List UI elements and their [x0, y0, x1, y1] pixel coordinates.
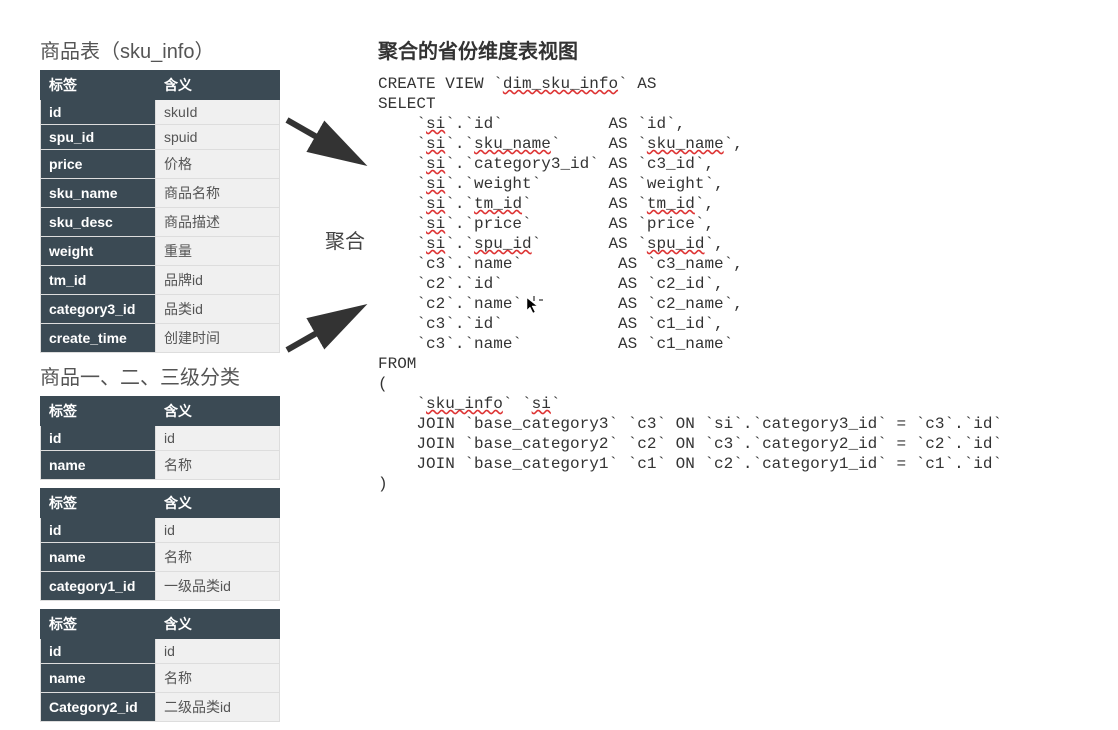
table-cell-label: create_time: [41, 324, 156, 353]
table-cell-label: price: [41, 150, 156, 179]
table-cell-label: spu_id: [41, 125, 156, 150]
category-table-2: 标签含义ididname名称category1_id一级品类id: [40, 488, 280, 601]
left-column: 商品表（sku_info） 标签含义idskuIdspu_idspuidpric…: [40, 35, 280, 730]
table-cell-meaning: 名称: [156, 543, 280, 572]
table-row: price价格: [41, 150, 280, 179]
table-cell-meaning: 价格: [156, 150, 280, 179]
table-cell-label: id: [41, 518, 156, 543]
category-title: 商品一、二、三级分类: [40, 361, 280, 390]
table-row: idid: [41, 518, 280, 543]
table-header: 含义: [156, 610, 280, 639]
table-cell-meaning: 二级品类id: [156, 693, 280, 722]
table-cell-label: sku_desc: [41, 208, 156, 237]
table-cell-meaning: 商品描述: [156, 208, 280, 237]
table-row: idid: [41, 639, 280, 664]
table-row: idskuId: [41, 100, 280, 125]
table-cell-label: name: [41, 543, 156, 572]
table-cell-label: sku_name: [41, 179, 156, 208]
table-cell-meaning: id: [156, 426, 280, 451]
table-cell-meaning: 一级品类id: [156, 572, 280, 601]
table-cell-meaning: id: [156, 639, 280, 664]
right-column: 聚合的省份维度表视图 CREATE VIEW `dim_sku_info` AS…: [378, 35, 1002, 494]
table-cell-label: category3_id: [41, 295, 156, 324]
table-row: Category2_id二级品类id: [41, 693, 280, 722]
sku-info-title: 商品表（sku_info）: [40, 35, 280, 64]
table-cell-meaning: id: [156, 518, 280, 543]
table-row: category3_id品类id: [41, 295, 280, 324]
sku-info-table: 标签含义idskuIdspu_idspuidprice价格sku_name商品名…: [40, 70, 280, 353]
view-title: 聚合的省份维度表视图: [378, 35, 1002, 64]
table-row: category1_id一级品类id: [41, 572, 280, 601]
arrow-icon: [282, 115, 372, 175]
table-header: 含义: [156, 71, 280, 100]
aggregate-label: 聚合: [325, 225, 365, 254]
table-cell-label: Category2_id: [41, 693, 156, 722]
table-row: idid: [41, 426, 280, 451]
table-header: 标签: [41, 71, 156, 100]
table-header: 含义: [156, 489, 280, 518]
table-cell-meaning: 重量: [156, 237, 280, 266]
table-header: 含义: [156, 397, 280, 426]
table-cell-meaning: spuid: [156, 125, 280, 150]
table-cell-meaning: 品类id: [156, 295, 280, 324]
table-cell-meaning: 名称: [156, 664, 280, 693]
table-cell-label: name: [41, 451, 156, 480]
table-row: sku_name商品名称: [41, 179, 280, 208]
table-cell-meaning: 创建时间: [156, 324, 280, 353]
table-cell-label: id: [41, 426, 156, 451]
cursor-icon: [525, 296, 543, 319]
table-row: spu_idspuid: [41, 125, 280, 150]
arrow-icon: [282, 295, 372, 355]
table-cell-meaning: 品牌id: [156, 266, 280, 295]
table-cell-meaning: skuId: [156, 100, 280, 125]
table-cell-label: id: [41, 639, 156, 664]
table-header: 标签: [41, 610, 156, 639]
table-header: 标签: [41, 397, 156, 426]
table-cell-label: weight: [41, 237, 156, 266]
table-row: create_time创建时间: [41, 324, 280, 353]
table-cell-label: tm_id: [41, 266, 156, 295]
category-table-3: 标签含义ididname名称Category2_id二级品类id: [40, 609, 280, 722]
table-cell-meaning: 名称: [156, 451, 280, 480]
table-cell-meaning: 商品名称: [156, 179, 280, 208]
sql-code-block: CREATE VIEW `dim_sku_info` AS SELECT `si…: [378, 74, 1002, 494]
table-row: name名称: [41, 543, 280, 572]
table-row: tm_id品牌id: [41, 266, 280, 295]
table-row: name名称: [41, 451, 280, 480]
table-cell-label: name: [41, 664, 156, 693]
table-row: sku_desc商品描述: [41, 208, 280, 237]
table-cell-label: id: [41, 100, 156, 125]
table-row: name名称: [41, 664, 280, 693]
table-cell-label: category1_id: [41, 572, 156, 601]
table-header: 标签: [41, 489, 156, 518]
category-table-1: 标签含义ididname名称: [40, 396, 280, 480]
table-row: weight重量: [41, 237, 280, 266]
